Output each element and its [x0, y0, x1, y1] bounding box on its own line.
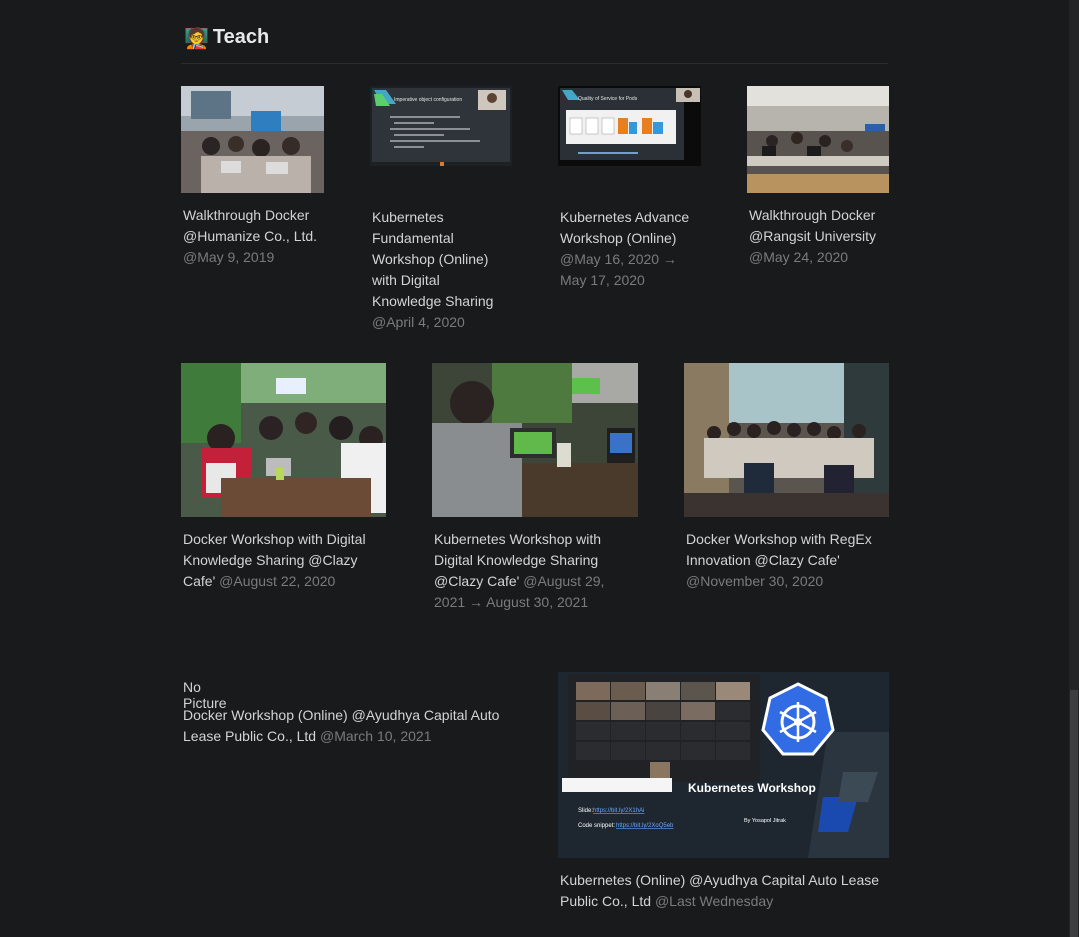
teacher-icon: 🧑‍🏫: [184, 25, 209, 50]
slide-heading: Kubernetes Workshop: [688, 781, 816, 795]
card-date: @November 30, 2020: [686, 573, 824, 589]
card-date: @March 10, 2021: [319, 728, 432, 744]
card-date: @August 22, 2020: [219, 573, 336, 589]
card-date: @May 16, 2020 → May 17, 2020: [560, 251, 677, 288]
code-link: https://bit.ly/2XoQ5eb: [616, 823, 674, 829]
card-title: Docker Workshop with RegEx Innovation @C…: [686, 531, 872, 568]
group-photo[interactable]: [684, 363, 889, 517]
slide-author: By Yosapol Jitrak: [744, 818, 786, 824]
card-title: Walkthrough Docker @Rangsit University: [749, 207, 877, 244]
workshop-photo[interactable]: [432, 363, 638, 517]
classroom-photo[interactable]: [747, 86, 889, 193]
slide-heading: Imperative object configuration: [394, 97, 462, 103]
slide-screenshot[interactable]: Kubernetes Workshop Slide: https://bit.l…: [558, 672, 889, 858]
workshop-photo[interactable]: [181, 363, 386, 517]
card-title: Walkthrough Docker @Humanize Co., Ltd.: [183, 207, 318, 244]
card-date: @May 24, 2020: [749, 249, 849, 265]
card-title: Kubernetes Advance Workshop (Online): [560, 209, 690, 246]
slide-screenshot[interactable]: Imperative object configuration: [370, 86, 512, 166]
slide-label: Slide:: [578, 808, 593, 814]
slide-screenshot[interactable]: Quality of Service for Pods: [558, 86, 701, 166]
card-date: @Last Wednesday: [654, 893, 774, 909]
code-label: Code snippet:: [578, 823, 615, 829]
section-header: 🧑‍🏫 Teach: [184, 26, 269, 49]
card-date: @May 9, 2019: [183, 249, 275, 265]
slide-heading: Quality of Service for Pods: [578, 96, 638, 102]
slide-link: https://bit.ly/2X1hAi: [593, 808, 644, 814]
divider: [181, 63, 888, 64]
scrollbar-thumb[interactable]: [1070, 690, 1078, 937]
section-title: Teach: [212, 26, 270, 48]
card-date: @April 4, 2020: [372, 314, 465, 330]
workshop-photo[interactable]: [181, 86, 324, 193]
card-title: Kubernetes Fundamental Workshop (Online)…: [372, 209, 494, 309]
